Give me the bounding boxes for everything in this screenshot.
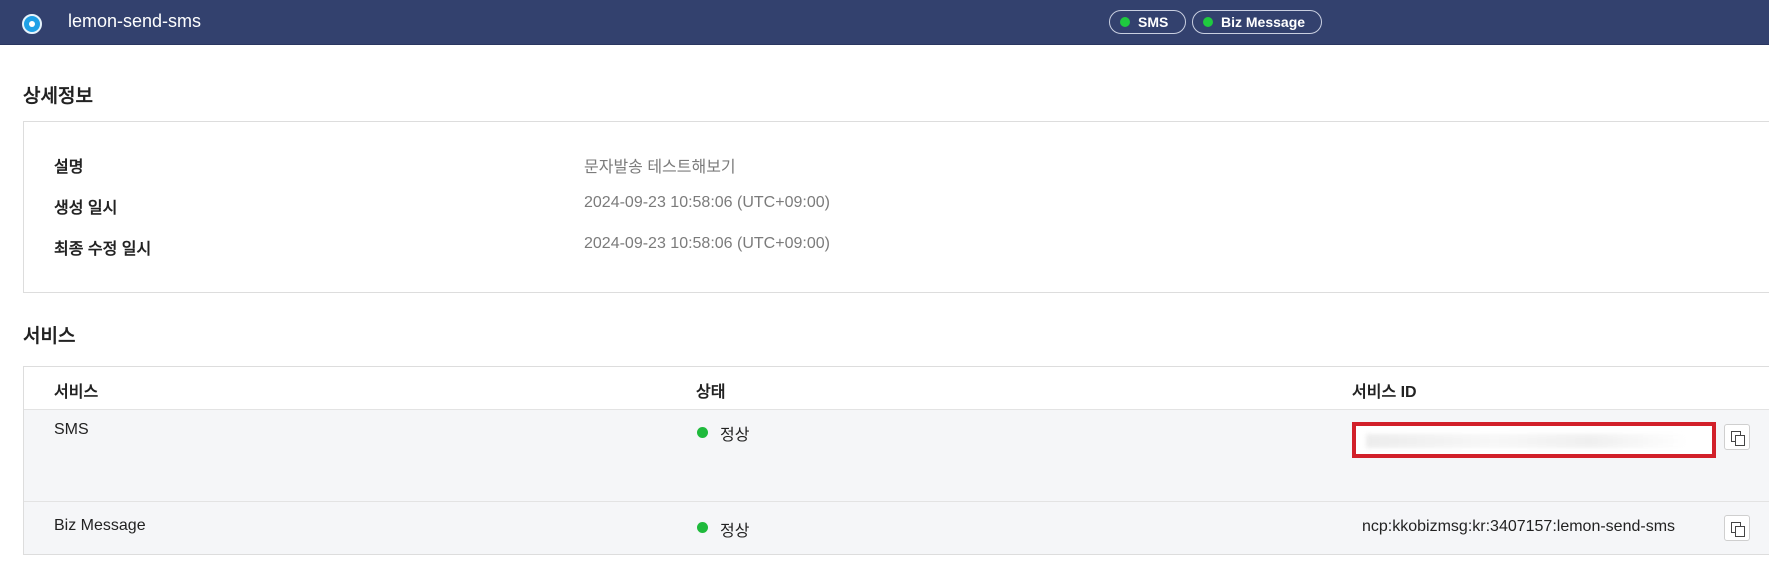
- badge-biz-message[interactable]: Biz Message: [1192, 10, 1322, 34]
- detail-value-modified: 2024-09-23 10:58:06 (UTC+09:00): [584, 235, 830, 252]
- copy-icon[interactable]: [1724, 424, 1750, 450]
- column-header-status: 상태: [696, 384, 726, 401]
- service-name: SMS: [54, 421, 89, 438]
- redacted-service-id-highlight: [1352, 422, 1716, 458]
- copy-icon[interactable]: [1724, 515, 1750, 541]
- service-id: ncp:kkobizmsg:kr:3407157:lemon-send-sms: [1362, 518, 1676, 535]
- status-dot-icon: [1120, 17, 1130, 27]
- service-status: 정상: [720, 523, 750, 540]
- details-panel: [23, 121, 1769, 293]
- top-bar: lemon-send-sms SMS Biz Message: [0, 0, 1769, 45]
- page-title: lemon-send-sms: [68, 11, 202, 31]
- detail-label-description: 설명: [54, 159, 84, 176]
- service-status-icon: [22, 14, 42, 34]
- status-dot-icon: [697, 522, 708, 533]
- detail-value-created: 2024-09-23 10:58:06 (UTC+09:00): [584, 194, 830, 211]
- service-status: 정상: [720, 427, 750, 444]
- status-dot-icon: [697, 427, 708, 438]
- detail-label-modified: 최종 수정 일시: [54, 241, 152, 258]
- detail-label-created: 생성 일시: [54, 200, 118, 217]
- status-dot-icon: [1203, 17, 1213, 27]
- badge-label: Biz Message: [1221, 14, 1306, 30]
- redaction-mark: [1366, 434, 1686, 448]
- section-title-services: 서비스: [23, 326, 76, 347]
- badge-label: SMS: [1138, 14, 1169, 30]
- badge-sms[interactable]: SMS: [1109, 10, 1186, 34]
- detail-value-description: 문자발송 테스트해보기: [584, 159, 736, 176]
- service-name: Biz Message: [54, 517, 146, 534]
- column-header-service: 서비스: [54, 384, 99, 401]
- column-header-service-id: 서비스 ID: [1352, 384, 1417, 401]
- section-title-details: 상세정보: [23, 86, 93, 107]
